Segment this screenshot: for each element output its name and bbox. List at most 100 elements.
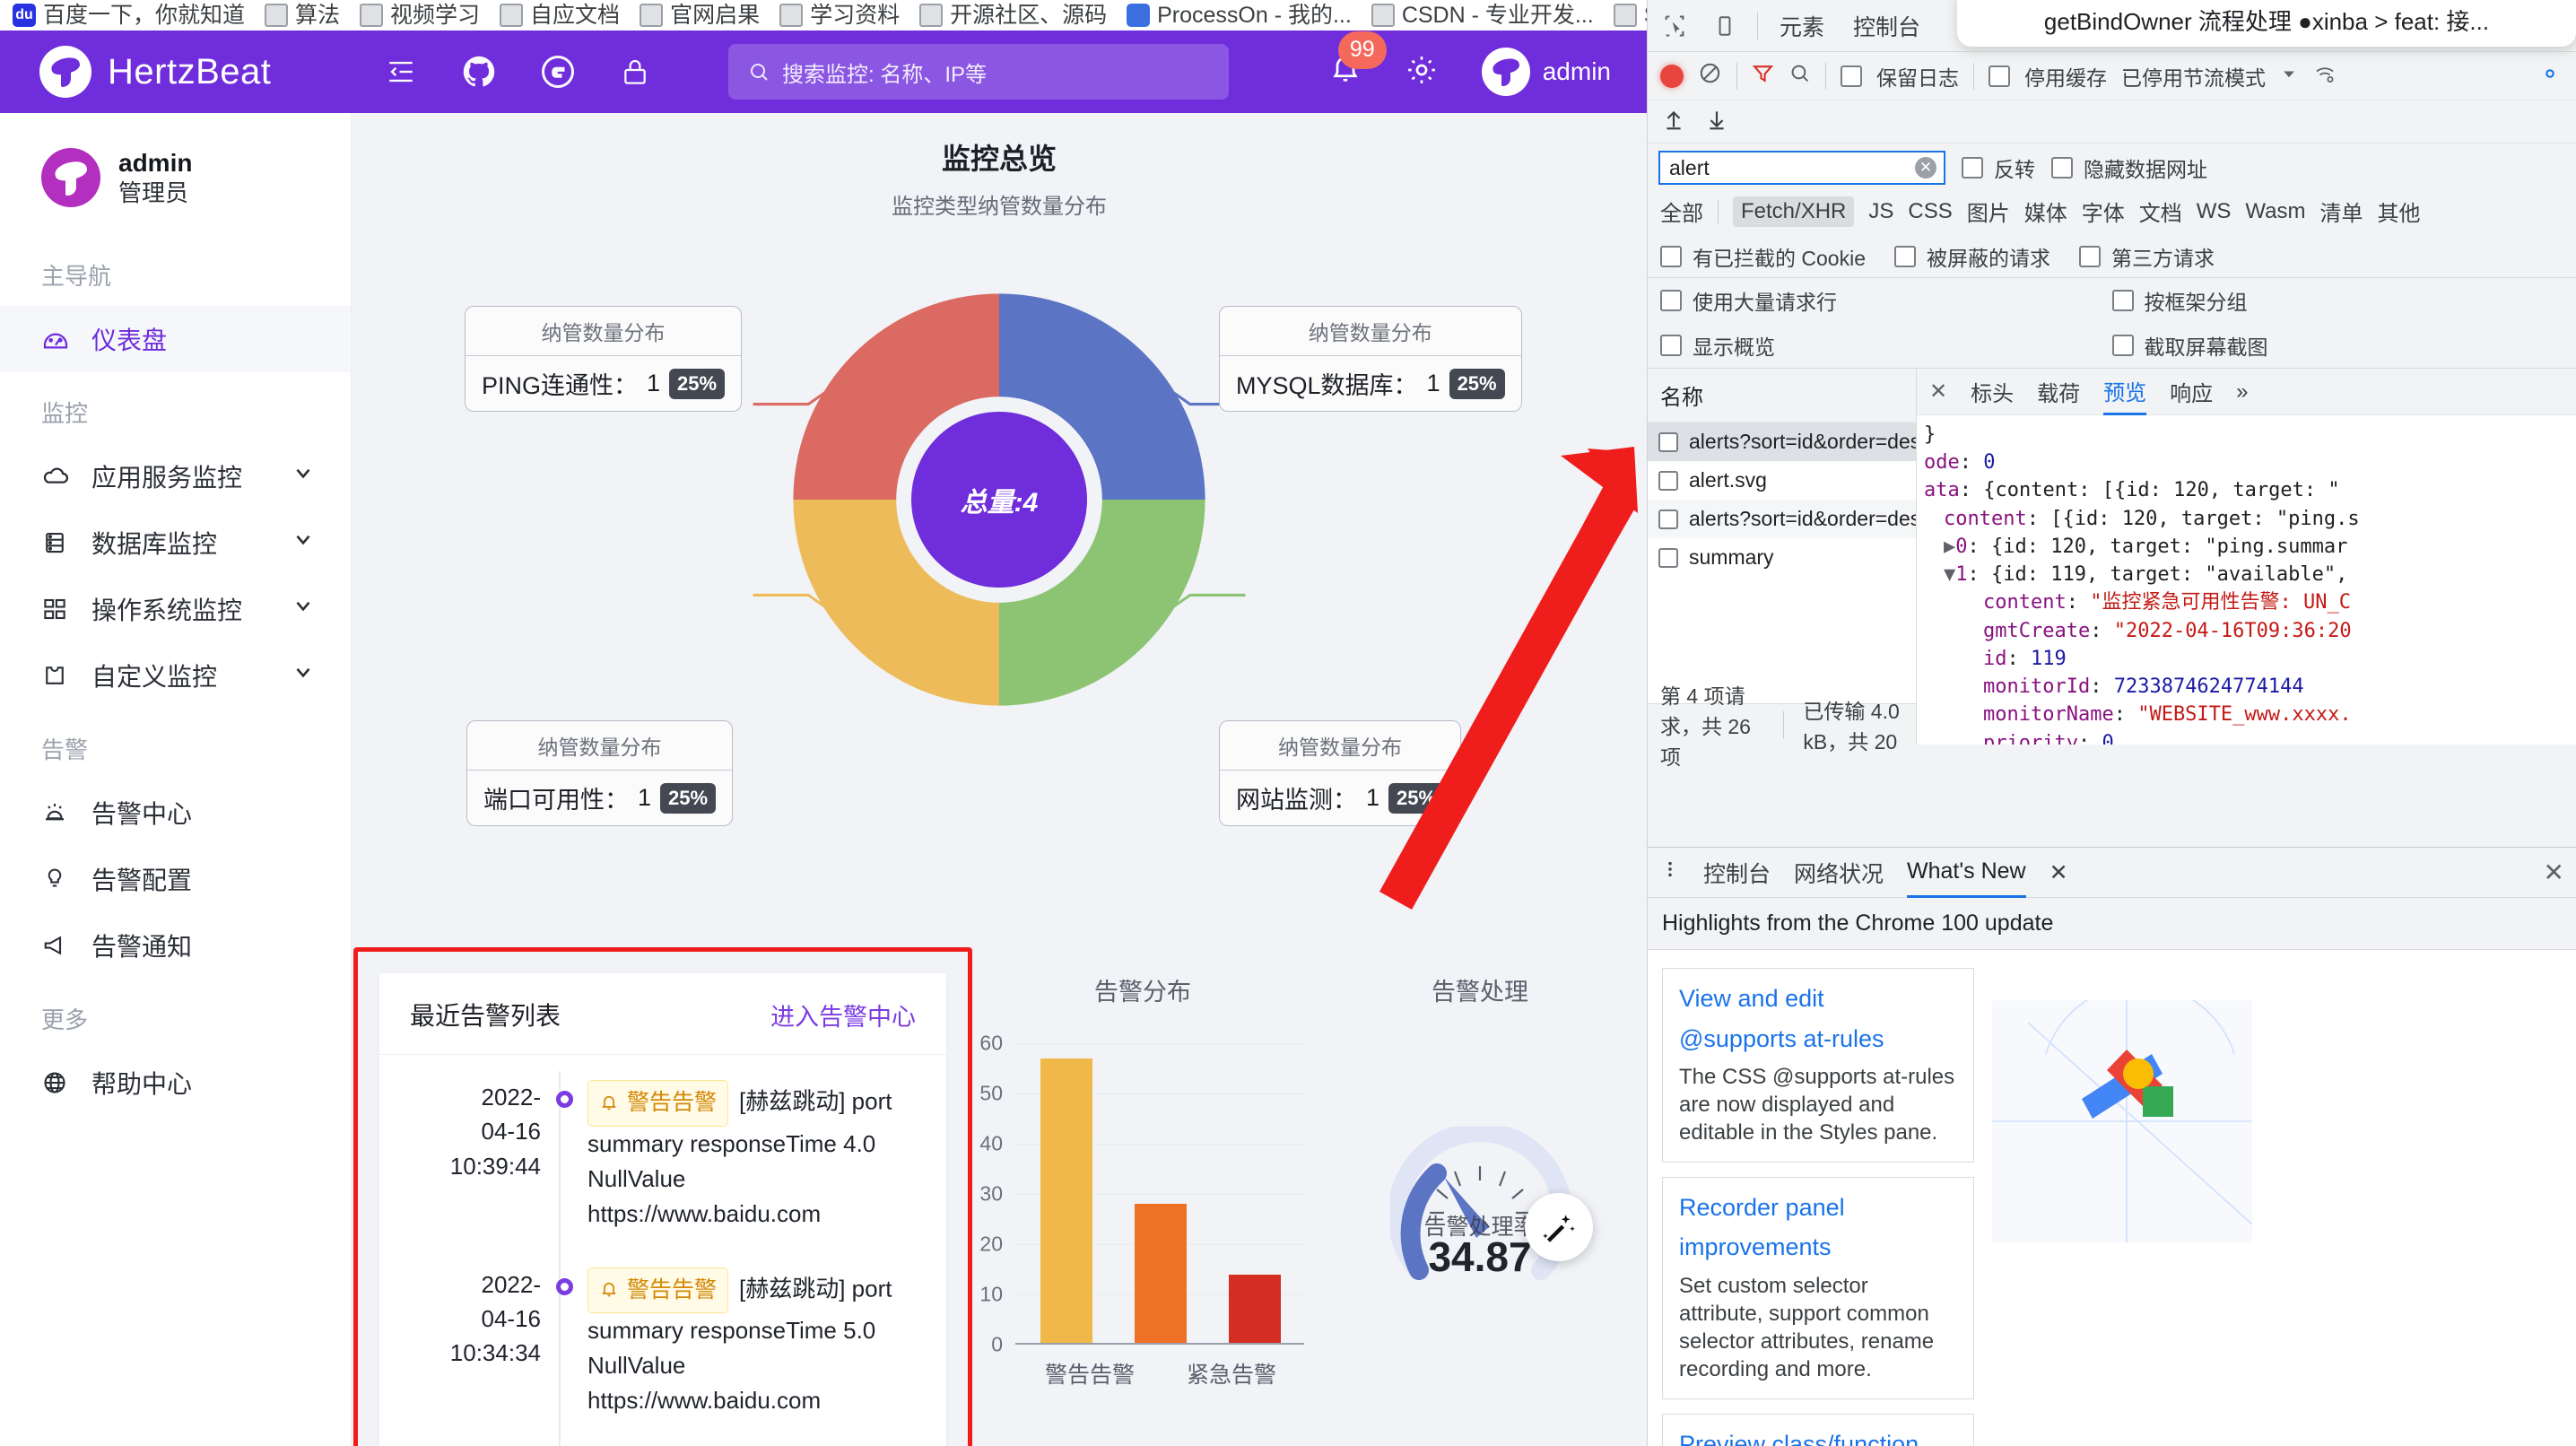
show-overview-option[interactable]: 显示概览 [1660, 330, 2112, 361]
menu-collapse-icon[interactable] [386, 57, 416, 87]
filter-icon[interactable] [1752, 62, 1774, 90]
request-row[interactable]: summary [1648, 538, 1916, 577]
sidebar-item-os[interactable]: 操作系统监控 [0, 576, 351, 642]
third-party-option[interactable]: 第三方请求 [2078, 241, 2215, 272]
import-har-icon[interactable] [1662, 108, 1685, 135]
devtools-settings-icon[interactable] [2537, 60, 2563, 92]
request-row[interactable]: alert.svg [1648, 461, 1916, 500]
type-img[interactable]: 图片 [1967, 196, 2010, 227]
throttling-select[interactable]: 已停用节流模式 [2121, 61, 2266, 91]
hide-data-urls-option[interactable]: 隐藏数据网址 [2051, 152, 2207, 183]
donut-label-website[interactable]: 纳管数量分布 网站监测： 1 25% [1219, 720, 1462, 826]
sidebar-item-alert-notify[interactable]: 告警通知 [0, 912, 351, 979]
magic-wand-button[interactable] [1525, 1193, 1593, 1261]
inspect-element-icon[interactable] [1657, 8, 1693, 44]
group-by-frame-checkbox[interactable] [2111, 290, 2134, 311]
show-overview-checkbox[interactable] [1660, 335, 1682, 356]
capture-screenshots-checkbox[interactable] [2111, 335, 2134, 356]
type-wasm[interactable]: Wasm [2245, 199, 2305, 224]
user-menu[interactable]: admin [1481, 48, 1611, 96]
type-fetch-xhr[interactable]: Fetch/XHR [1733, 196, 1855, 227]
hide-data-urls-checkbox[interactable] [2051, 157, 2073, 179]
sidebar-item-help[interactable]: 帮助中心 [0, 1050, 351, 1116]
request-row[interactable]: alerts?sort=id&order=desc&pageIndex=… [1648, 500, 1916, 538]
card-title-2[interactable]: @supports at-rules [1679, 1015, 1957, 1055]
request-checkbox[interactable] [1658, 431, 1678, 452]
alert-handling-gauge[interactable]: 告警处理 告警处理率 34.87 [1313, 947, 1647, 1446]
alert-row[interactable]: 2022- 04-16 10:34:34 警告告警 [赫兹跳动] port su… [406, 1267, 919, 1446]
record-icon[interactable] [1660, 64, 1684, 88]
lock-icon[interactable] [621, 57, 649, 87]
group-by-frame-option[interactable]: 按框架分组 [2111, 285, 2564, 316]
whats-new-card[interactable]: Recorder panel improvements Set custom s… [1662, 1176, 1974, 1399]
big-request-rows-checkbox[interactable] [1660, 290, 1682, 311]
goto-alert-center-link[interactable]: 进入告警中心 [770, 997, 916, 1032]
alert-row[interactable]: 2022- 04-16 10:39:44 警告告警 [赫兹跳动] port su… [406, 1080, 919, 1267]
type-font[interactable]: 字体 [2082, 196, 2125, 227]
big-request-rows-option[interactable]: 使用大量请求行 [1660, 285, 2112, 316]
type-other[interactable]: 其他 [2378, 196, 2421, 227]
third-party-checkbox[interactable] [2078, 246, 2101, 267]
bookmark-item[interactable]: 官网启果 [640, 0, 760, 30]
close-detail-icon[interactable]: ✕ [1929, 379, 1947, 405]
sidebar-item-dashboard[interactable]: 仪表盘 [0, 305, 351, 372]
whats-new-card[interactable]: View and edit @supports at-rules The CSS… [1662, 968, 1974, 1163]
alert-distribution-chart[interactable]: 告警分布 60 50 40 30 20 10 0 警告告警 紧急告警 [972, 947, 1313, 1446]
request-checkbox[interactable] [1658, 547, 1678, 568]
tab-more[interactable]: » [2236, 379, 2248, 405]
donut-label-mysql[interactable]: 纳管数量分布 MYSQL数据库： 1 25% [1219, 306, 1522, 412]
blocked-cookies-checkbox[interactable] [1660, 246, 1682, 267]
chevron-down-icon[interactable] [292, 461, 315, 491]
donut-label-port[interactable]: 纳管数量分布 端口可用性： 1 25% [466, 720, 734, 826]
bookmark-item[interactable]: CSDN - 专业开发... [1371, 0, 1594, 30]
blocked-cookies-option[interactable]: 有已拦截的 Cookie [1660, 241, 1866, 272]
whats-new-card[interactable]: Preview class/function [1662, 1413, 1974, 1446]
settings-gear[interactable] [1405, 53, 1439, 91]
bookmark-item[interactable]: 学习资料 [779, 0, 900, 30]
clear-icon[interactable] [1698, 61, 1722, 91]
bookmark-item[interactable]: 开源社区、源码 [919, 0, 1107, 30]
type-doc[interactable]: 文档 [2139, 196, 2182, 227]
bar-warning[interactable] [1040, 1058, 1092, 1345]
gitee-icon[interactable] [542, 56, 574, 88]
tab-payload[interactable]: 载荷 [2037, 376, 2080, 407]
capture-screenshots-option[interactable]: 截取屏幕截图 [2111, 330, 2564, 361]
brand[interactable]: HertzBeat [0, 46, 352, 98]
bar-emergency[interactable] [1229, 1275, 1282, 1345]
tab-response[interactable]: 响应 [2170, 376, 2213, 407]
bookmark-item[interactable]: 算法 [265, 0, 340, 30]
card-title-2[interactable]: improvements [1679, 1223, 1957, 1263]
invert-checkbox[interactable] [1962, 157, 1983, 179]
card-title[interactable]: Preview class/function [1679, 1429, 1957, 1446]
chevron-down-icon[interactable] [2280, 64, 2298, 88]
wifi-settings-icon[interactable] [2312, 63, 2337, 90]
type-all[interactable]: 全部 [1660, 196, 1703, 227]
drawer-close-icon[interactable]: ✕ [2544, 858, 2564, 887]
invert-option[interactable]: 反转 [1962, 152, 2035, 183]
device-toolbar-icon[interactable] [1707, 8, 1743, 44]
clear-filter-icon[interactable]: ✕ [1915, 157, 1936, 179]
request-checkbox[interactable] [1658, 509, 1678, 529]
type-manifest[interactable]: 清单 [2320, 196, 2363, 227]
chevron-down-icon[interactable] [292, 527, 315, 557]
preserve-log-checkbox[interactable] [1841, 65, 1862, 87]
blocked-requests-checkbox[interactable] [1893, 246, 1916, 267]
chevron-down-icon[interactable] [292, 594, 315, 623]
bookmark-item[interactable]: 视频学习 [360, 0, 480, 30]
drawer-tab-network-conditions[interactable]: 网络状况 [1794, 857, 1884, 889]
type-ws[interactable]: WS [2197, 199, 2232, 224]
sidebar-item-alert-config[interactable]: 告警配置 [0, 846, 351, 912]
disable-cache-checkbox[interactable] [1989, 65, 2010, 87]
type-js[interactable]: JS [1868, 199, 1893, 224]
bookmark-item[interactable]: 自应文档 [500, 0, 620, 30]
tab-elements[interactable]: 元素 [1772, 10, 1832, 42]
json-preview-body[interactable]: } ode: 0 ata: {content: [{id: 120, target:… [1917, 415, 2576, 745]
type-media[interactable]: 媒体 [2024, 196, 2067, 227]
request-checkbox[interactable] [1658, 470, 1678, 491]
search-input[interactable]: 搜索监控: 名称、IP等 [728, 44, 1229, 100]
drawer-tab-whats-new[interactable]: What's New [1907, 848, 2026, 898]
github-icon[interactable] [463, 56, 495, 88]
sidebar-item-app-service[interactable]: 应用服务监控 [0, 443, 351, 510]
drawer-tab-console[interactable]: 控制台 [1703, 857, 1771, 889]
sidebar-item-database[interactable]: 数据库监控 [0, 510, 351, 576]
